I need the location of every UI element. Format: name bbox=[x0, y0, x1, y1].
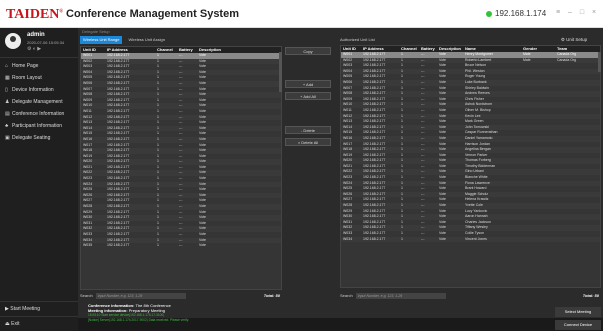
delegate-icon: ♟ bbox=[5, 99, 10, 105]
participant-icon: ♣ bbox=[5, 123, 9, 129]
right-scrollbar[interactable] bbox=[598, 52, 601, 72]
brand-logo: TAIDEN® bbox=[6, 7, 64, 22]
nav-list: ⌂ Home Page ▦ Room Layout ▯ Device Informatio… bbox=[0, 58, 78, 144]
table-body: W001 192.168.2.177 1 --- Vote Henry Montgomer… bbox=[341, 52, 600, 243]
sidebar-item-delegate-management[interactable]: ♟ Delegate Management bbox=[0, 96, 78, 108]
title-bar: TAIDEN® Conference Management System 192… bbox=[0, 0, 603, 28]
connect-device-button[interactable]: Connect Device bbox=[555, 320, 601, 330]
left-scrollbar[interactable] bbox=[279, 52, 282, 92]
search-label: Search bbox=[80, 293, 93, 298]
authorized-list-title: Authorized Unit List bbox=[340, 37, 375, 42]
server-ip-status: 192.168.1.174 bbox=[486, 9, 546, 18]
search-input[interactable]: Input Number, e.g. 123, 1-29 bbox=[355, 293, 446, 299]
unit-tabs: Wireless Unit Range Wireless Unit Assign bbox=[80, 36, 168, 44]
add-button[interactable]: + Add bbox=[285, 80, 331, 88]
table-cell bbox=[555, 237, 595, 243]
tab-wireless-unit-assign[interactable]: Wireless Unit Assign bbox=[125, 36, 167, 44]
table-cell: 192.168.2.177 bbox=[363, 236, 386, 241]
search-input[interactable]: Input Number, e.g. 123, 1-29 bbox=[95, 293, 186, 299]
avatar bbox=[5, 33, 21, 49]
right-search-bar: Search Input Number, e.g. 123, 1-29 Tota… bbox=[340, 292, 601, 300]
conference-icon: ▤ bbox=[5, 111, 10, 117]
table-row[interactable]: W035 192.168.2.177 1 --- Vote bbox=[81, 243, 281, 249]
seating-icon: ▣ bbox=[5, 135, 10, 141]
user-action-icons[interactable]: ⚙ ◐ ▶ bbox=[27, 46, 41, 52]
table-cell: --- bbox=[179, 243, 183, 248]
sidebar-item-label: Device Information bbox=[12, 87, 54, 93]
home-icon: ⌂ bbox=[5, 63, 9, 69]
table-cell: Vote bbox=[439, 236, 447, 241]
table-cell: 1 bbox=[157, 243, 159, 248]
table-cell: Vote bbox=[199, 243, 207, 248]
user-name: admin bbox=[27, 32, 45, 38]
table-cell bbox=[521, 237, 555, 243]
start-meeting-button[interactable]: ▶ Start Meeting bbox=[0, 301, 78, 315]
table-row[interactable]: W034 192.168.2.177 1 --- Vote Vincent Jones bbox=[341, 236, 600, 243]
delete-all-button[interactable]: × Delete All bbox=[285, 138, 331, 146]
select-meeting-button[interactable]: Select Meeting bbox=[555, 307, 601, 317]
tab-wireless-unit-range[interactable]: Wireless Unit Range bbox=[80, 36, 123, 44]
sidebar: admin 2020-07-06 15:05:34 ⚙ ◐ ▶ ⌂ Home Pa… bbox=[0, 28, 78, 331]
table-cell: Vincent Jones bbox=[465, 236, 487, 241]
meeting-info: Conference information: The 8th Conferen… bbox=[88, 303, 171, 313]
sidebar-item-label: Delegate Management bbox=[12, 99, 63, 105]
sidebar-item-label: Conference Information bbox=[12, 111, 65, 117]
app-title: Conference Management System bbox=[66, 8, 239, 20]
online-status-icon bbox=[486, 10, 492, 17]
sidebar-item-label: Home Page bbox=[12, 63, 39, 69]
copy-button[interactable]: Copy bbox=[285, 47, 331, 55]
sidebar-item-label: Delegate Seating bbox=[12, 135, 51, 141]
sidebar-item-label: Participant Information bbox=[12, 123, 63, 129]
left-search-bar: Search Input Number, e.g. 123, 1-29 Tota… bbox=[80, 292, 282, 300]
authorized-table: Unit ID IP Address Channel Battery Descripti… bbox=[340, 45, 601, 288]
current-datetime: 2020-07-06 15:05:34 bbox=[27, 40, 65, 45]
user-panel: admin 2020-07-06 15:05:34 ⚙ ◐ ▶ bbox=[0, 28, 78, 58]
table-cell: --- bbox=[421, 236, 425, 241]
log-output: 15:05:10 Start service device(192.168.1.… bbox=[88, 313, 189, 322]
window-controls[interactable]: ≡ – □ × bbox=[556, 9, 599, 16]
total-count: Total: 50 bbox=[263, 293, 280, 298]
sidebar-item-home-page[interactable]: ⌂ Home Page bbox=[0, 60, 78, 72]
sidebar-item-delegate-seating[interactable]: ▣ Delegate Seating bbox=[0, 132, 78, 144]
table-cell: 192.168.2.177 bbox=[107, 243, 130, 248]
layout-icon: ▦ bbox=[5, 75, 10, 81]
sidebar-item-room-layout[interactable]: ▦ Room Layout bbox=[0, 72, 78, 84]
breadcrumb: Delegate Setup bbox=[82, 29, 110, 34]
table-cell: W034 bbox=[343, 236, 353, 241]
sidebar-item-conference-information[interactable]: ▤ Conference Information bbox=[0, 108, 78, 120]
search-label: Search bbox=[340, 293, 353, 298]
table-cell: 1 bbox=[401, 236, 403, 241]
delete-button[interactable]: - Delete bbox=[285, 126, 331, 134]
total-count: Total: 50 bbox=[582, 293, 599, 298]
sidebar-item-device-information[interactable]: ▯ Device Information bbox=[0, 84, 78, 96]
unit-table: Unit ID IP Address Channel Battery Descripti… bbox=[80, 46, 282, 290]
sidebar-item-participant-information[interactable]: ♣ Participant Information bbox=[0, 120, 78, 132]
sidebar-item-label: Room Layout bbox=[12, 75, 42, 81]
table-body: W001 192.168.2.177 1 --- Vote W002 192.168.2.1… bbox=[81, 53, 281, 249]
unit-setup-button[interactable]: ⚙ Unit Setup bbox=[548, 36, 600, 44]
device-icon: ▯ bbox=[5, 87, 8, 93]
add-all-button[interactable]: + Add All bbox=[285, 92, 331, 100]
exit-button[interactable]: ⏏ Exit bbox=[0, 316, 78, 330]
table-cell: W035 bbox=[83, 243, 93, 248]
